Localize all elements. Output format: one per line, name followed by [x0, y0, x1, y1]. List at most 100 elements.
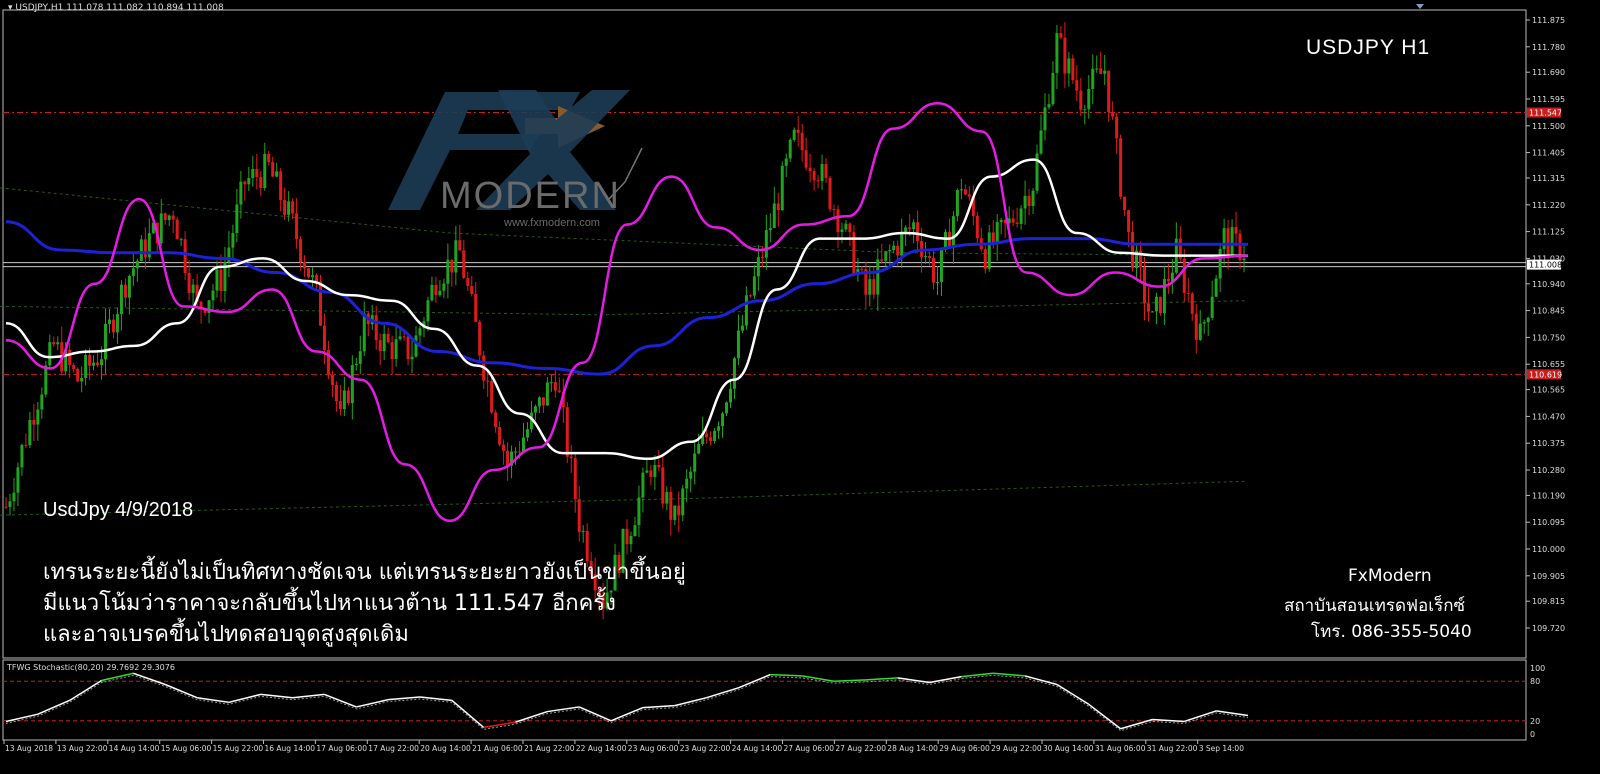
stoch-axis-label: 80 — [1530, 677, 1540, 686]
candle-body — [402, 336, 406, 338]
candle-body — [378, 340, 382, 352]
stoch-main-line — [133, 672, 166, 686]
candle-body — [68, 349, 72, 365]
stoch-main-line — [865, 677, 898, 681]
price-tag-label: 110.619 — [1529, 370, 1562, 379]
candle-body — [490, 380, 494, 413]
candle-body — [1083, 109, 1087, 111]
candle-body — [780, 165, 784, 211]
candle-body — [752, 276, 756, 296]
candle-body — [255, 169, 259, 178]
candle-body — [231, 233, 235, 248]
candle-body — [1166, 278, 1170, 282]
candle-body — [1226, 228, 1230, 255]
stoch-main-line — [1088, 703, 1122, 730]
candle-body — [1123, 196, 1127, 211]
candle-body — [577, 499, 581, 532]
candle-body — [466, 278, 470, 286]
candle-body — [322, 325, 326, 351]
candle-body — [8, 501, 12, 508]
candle-body — [342, 390, 346, 409]
candle-body — [498, 427, 502, 445]
candle-body — [1222, 228, 1226, 250]
candle-body — [705, 433, 709, 438]
candle-body — [1071, 58, 1075, 81]
y-tick-label: 110.375 — [1532, 439, 1565, 448]
y-tick-label: 110.565 — [1532, 386, 1565, 395]
candle-body — [565, 407, 569, 457]
candle-body — [963, 189, 967, 195]
candle-body — [900, 231, 904, 256]
candle-body — [12, 492, 16, 502]
candle-body — [1043, 107, 1047, 131]
stoch-main-line — [1184, 710, 1217, 723]
stoch-axis-label: 0 — [1530, 730, 1535, 739]
candle-body — [1119, 138, 1123, 197]
candle-body — [808, 167, 812, 172]
candle-body — [1011, 218, 1015, 223]
candle-body — [541, 397, 545, 406]
candle-body — [641, 472, 645, 498]
candle-body — [740, 325, 744, 331]
y-tick-label: 110.095 — [1532, 518, 1565, 527]
x-tick-label: 31 Aug 22:00 — [1147, 744, 1198, 753]
y-tick-label: 111.690 — [1532, 68, 1565, 77]
candle-body — [287, 201, 291, 215]
logo-wordmark: MODERN — [440, 175, 621, 217]
candle-body — [502, 444, 506, 451]
candle-body — [275, 171, 279, 177]
candle-body — [100, 359, 104, 366]
candle-body — [386, 333, 390, 343]
x-tick-label: 29 Aug 06:00 — [939, 744, 990, 753]
brand-name: FxModern — [1348, 566, 1432, 586]
candle-body — [406, 336, 410, 360]
candle-body — [1039, 130, 1043, 154]
candle-body — [271, 162, 275, 177]
candle-body — [1059, 33, 1063, 38]
candle-body — [975, 216, 979, 239]
candle-body — [525, 429, 529, 438]
candle-body — [908, 227, 912, 230]
candle-body — [80, 377, 84, 382]
candle-body — [653, 465, 657, 477]
candle-body — [625, 528, 629, 545]
candle-body — [959, 189, 963, 191]
candle-body — [955, 190, 959, 217]
candle-body — [987, 232, 991, 269]
candle-body — [438, 290, 442, 296]
candle-body — [350, 365, 354, 404]
y-tick-label: 110.845 — [1532, 307, 1565, 316]
candle-body — [1186, 292, 1190, 294]
y-tick-label: 110.190 — [1532, 491, 1565, 500]
y-tick-label: 111.780 — [1532, 43, 1565, 52]
y-tick-label: 111.315 — [1532, 174, 1565, 183]
candle-body — [828, 178, 832, 210]
candle-body — [167, 215, 171, 221]
chart-symbol-header: ▾ USDJPY,H1 111.078 111.082 110.894 111.… — [8, 3, 224, 13]
candle-body — [131, 268, 135, 276]
candle-body — [291, 201, 295, 214]
candle-body — [96, 362, 100, 366]
candle-body — [299, 239, 303, 263]
stoch-signal-line — [5, 674, 1249, 732]
price-chart[interactable]: 111.875 111.780 111.690 111.595 111.500 111.4… — [0, 0, 1600, 774]
candle-body — [936, 281, 939, 283]
candle-body — [939, 249, 943, 282]
candle-body — [709, 437, 713, 441]
candle-body — [533, 406, 537, 413]
candle-body — [267, 153, 271, 163]
candle-body — [804, 150, 808, 168]
candle-body — [764, 230, 768, 258]
stoch-main-line — [1056, 683, 1090, 705]
candle-body — [1063, 37, 1067, 74]
stoch-axis-label: 100 — [1530, 664, 1545, 673]
stoch-main-line — [833, 679, 866, 682]
candle-body — [330, 374, 334, 385]
annotation-line-3: และอาจเบรคขึ้นไปทดสอบจุดสูงสุดเดิม — [43, 622, 409, 647]
x-tick-label: 15 Aug 22:00 — [213, 744, 264, 753]
candle-body — [736, 330, 740, 359]
candle-body — [390, 342, 394, 359]
candle-body — [1103, 70, 1107, 74]
candle-body — [1075, 80, 1079, 91]
stochastic-label: TFWG Stochastic(80,20) 29.7692 29.3076 — [7, 663, 175, 672]
